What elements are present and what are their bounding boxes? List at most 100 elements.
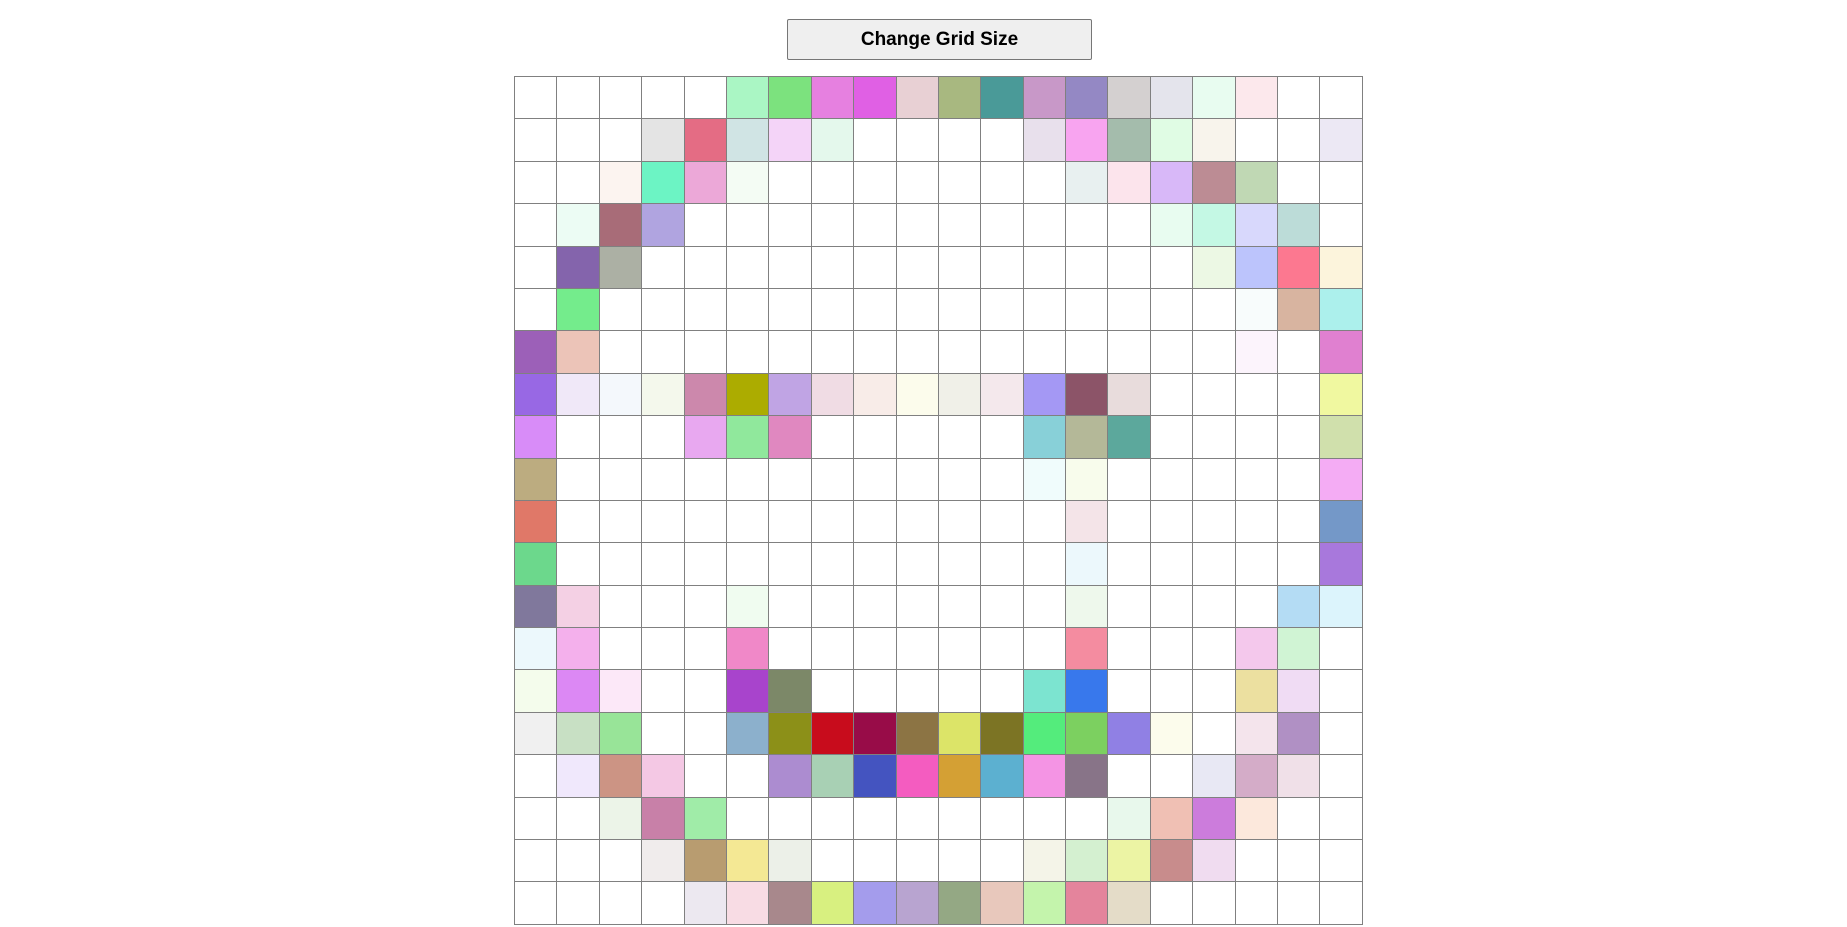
grid-cell[interactable] — [854, 840, 897, 883]
grid-cell[interactable] — [981, 288, 1024, 332]
grid-cell[interactable] — [684, 670, 727, 713]
grid-cell[interactable] — [557, 500, 600, 544]
grid-cell[interactable] — [854, 797, 897, 841]
grid-cell[interactable] — [557, 840, 600, 883]
grid-cell[interactable] — [896, 500, 939, 544]
grid-cell[interactable] — [811, 119, 855, 162]
grid-cell[interactable] — [1278, 670, 1321, 713]
grid-cell[interactable] — [726, 712, 770, 756]
grid-cell[interactable] — [938, 712, 982, 756]
grid-cell[interactable] — [811, 161, 855, 205]
grid-cell[interactable] — [515, 204, 558, 247]
grid-cell[interactable] — [1023, 204, 1067, 247]
grid-cell[interactable] — [1066, 77, 1109, 120]
grid-cell[interactable] — [726, 500, 770, 544]
grid-cell[interactable] — [896, 246, 939, 289]
grid-cell[interactable] — [1066, 797, 1109, 841]
grid-cell[interactable] — [981, 246, 1024, 289]
grid-cell[interactable] — [726, 331, 770, 374]
grid-cell[interactable] — [642, 204, 685, 247]
grid-cell[interactable] — [1278, 373, 1321, 417]
grid-cell[interactable] — [557, 161, 600, 205]
grid-cell[interactable] — [811, 288, 855, 332]
grid-cell[interactable] — [1108, 670, 1151, 713]
grid-cell[interactable] — [1023, 288, 1067, 332]
grid-cell[interactable] — [1235, 628, 1279, 671]
grid-cell[interactable] — [769, 119, 812, 162]
grid-cell[interactable] — [642, 161, 685, 205]
grid-cell[interactable] — [981, 204, 1024, 247]
grid-cell[interactable] — [684, 373, 727, 417]
grid-cell[interactable] — [1320, 797, 1363, 841]
grid-cell[interactable] — [1108, 882, 1151, 925]
grid-cell[interactable] — [1320, 628, 1363, 671]
grid-cell[interactable] — [515, 373, 558, 417]
grid-cell[interactable] — [896, 77, 939, 120]
grid-cell[interactable] — [854, 204, 897, 247]
grid-cell[interactable] — [938, 161, 982, 205]
grid-cell[interactable] — [684, 882, 727, 925]
grid-cell[interactable] — [1066, 288, 1109, 332]
grid-cell[interactable] — [854, 882, 897, 925]
grid-cell[interactable] — [1278, 416, 1321, 459]
grid-cell[interactable] — [1320, 288, 1363, 332]
grid-cell[interactable] — [896, 288, 939, 332]
grid-cell[interactable] — [599, 882, 643, 925]
grid-cell[interactable] — [684, 500, 727, 544]
grid-cell[interactable] — [854, 77, 897, 120]
grid-cell[interactable] — [557, 543, 600, 586]
grid-cell[interactable] — [684, 416, 727, 459]
grid-cell[interactable] — [981, 373, 1024, 417]
grid-cell[interactable] — [854, 628, 897, 671]
grid-cell[interactable] — [515, 500, 558, 544]
grid-cell[interactable] — [896, 416, 939, 459]
grid-cell[interactable] — [1320, 882, 1363, 925]
grid-cell[interactable] — [1066, 161, 1109, 205]
grid-cell[interactable] — [981, 670, 1024, 713]
grid-cell[interactable] — [1235, 373, 1279, 417]
grid-cell[interactable] — [726, 119, 770, 162]
grid-cell[interactable] — [557, 458, 600, 501]
grid-cell[interactable] — [557, 77, 600, 120]
grid-cell[interactable] — [515, 246, 558, 289]
grid-cell[interactable] — [811, 628, 855, 671]
grid-cell[interactable] — [981, 882, 1024, 925]
grid-cell[interactable] — [1108, 288, 1151, 332]
grid-cell[interactable] — [769, 755, 812, 798]
change-grid-size-button[interactable]: Change Grid Size — [787, 19, 1092, 60]
grid-cell[interactable] — [769, 331, 812, 374]
grid-cell[interactable] — [1023, 119, 1067, 162]
grid-cell[interactable] — [1320, 246, 1363, 289]
grid-cell[interactable] — [769, 373, 812, 417]
grid-cell[interactable] — [1023, 755, 1067, 798]
grid-cell[interactable] — [1108, 119, 1151, 162]
grid-cell[interactable] — [515, 585, 558, 629]
grid-cell[interactable] — [811, 373, 855, 417]
grid-cell[interactable] — [981, 119, 1024, 162]
grid-cell[interactable] — [1193, 161, 1236, 205]
grid-cell[interactable] — [854, 331, 897, 374]
grid-cell[interactable] — [684, 331, 727, 374]
grid-cell[interactable] — [1235, 119, 1279, 162]
grid-cell[interactable] — [1108, 712, 1151, 756]
grid-cell[interactable] — [1278, 840, 1321, 883]
grid-cell[interactable] — [1193, 77, 1236, 120]
grid-cell[interactable] — [1108, 373, 1151, 417]
grid-cell[interactable] — [1278, 712, 1321, 756]
grid-cell[interactable] — [599, 416, 643, 459]
grid-cell[interactable] — [854, 246, 897, 289]
grid-cell[interactable] — [515, 416, 558, 459]
grid-cell[interactable] — [1278, 288, 1321, 332]
grid-cell[interactable] — [769, 882, 812, 925]
grid-cell[interactable] — [1235, 331, 1279, 374]
grid-cell[interactable] — [642, 543, 685, 586]
grid-cell[interactable] — [642, 416, 685, 459]
grid-cell[interactable] — [557, 797, 600, 841]
grid-cell[interactable] — [1278, 628, 1321, 671]
grid-cell[interactable] — [1235, 416, 1279, 459]
grid-cell[interactable] — [769, 712, 812, 756]
grid-cell[interactable] — [1150, 416, 1194, 459]
grid-cell[interactable] — [1235, 500, 1279, 544]
grid-cell[interactable] — [811, 882, 855, 925]
grid-cell[interactable] — [515, 331, 558, 374]
